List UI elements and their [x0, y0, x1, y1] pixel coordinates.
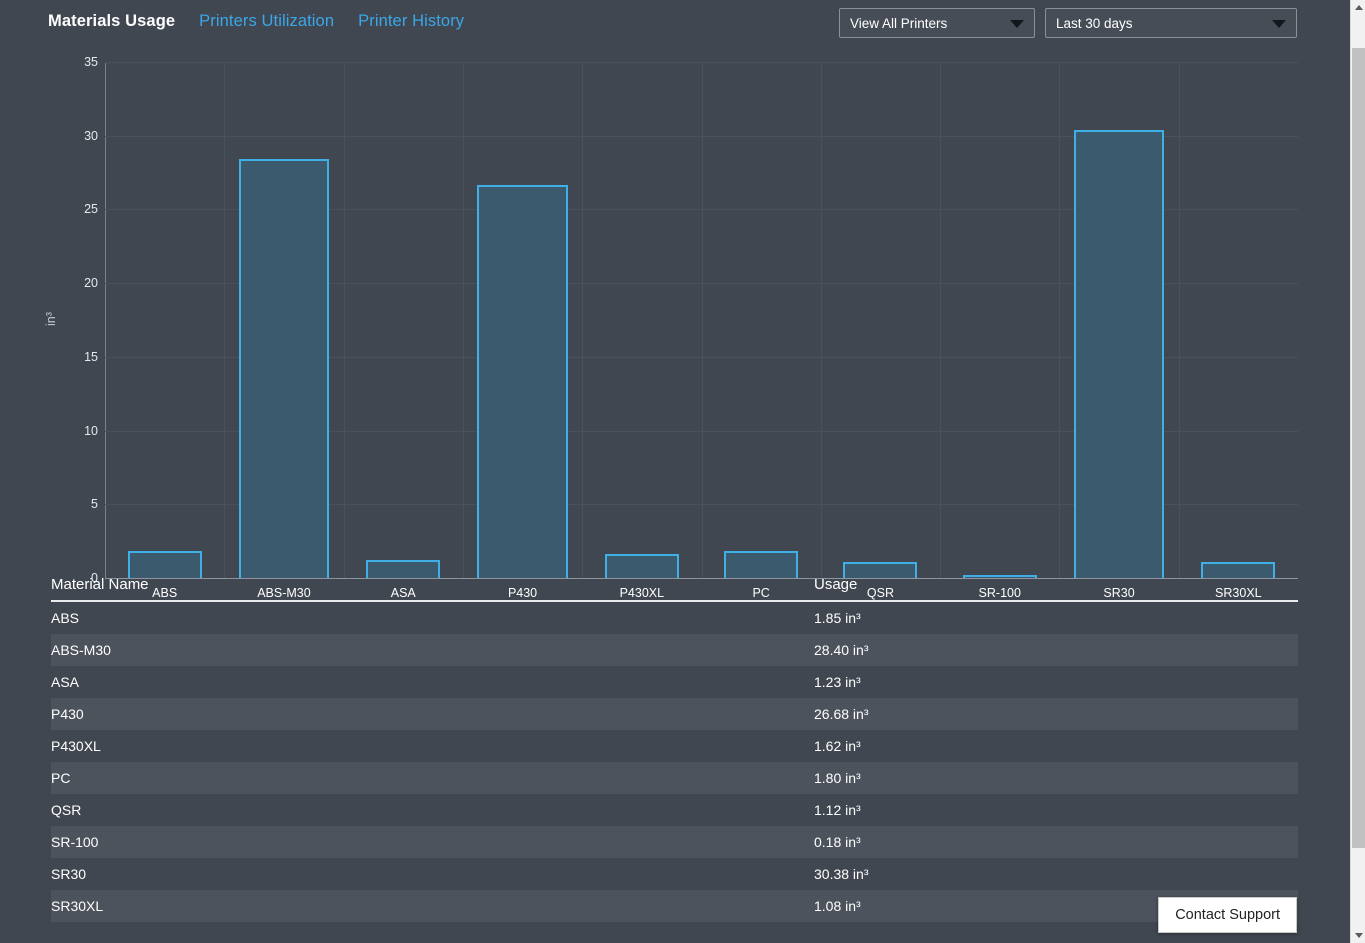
tab-printer-history[interactable]: Printer History — [358, 12, 464, 31]
cell-material-name: SR30XL — [51, 898, 104, 914]
materials-table: Material Name Usage ABS 1.85 in³ ABS-M30 28… — [51, 568, 1298, 922]
date-range-select[interactable]: Last 30 days — [1045, 8, 1297, 38]
table-row[interactable]: ABS 1.85 in³ — [51, 602, 1298, 634]
filter-controls: View All Printers Last 30 days — [839, 8, 1297, 38]
cell-usage: 1.62 in³ — [814, 738, 861, 754]
tab-materials-usage[interactable]: Materials Usage — [48, 12, 175, 31]
cell-usage: 1.85 in³ — [814, 610, 861, 626]
printer-select-value: View All Printers — [850, 15, 948, 31]
cell-material-name: SR-100 — [51, 834, 99, 850]
y-tick-label: 35 — [84, 54, 98, 69]
table-row[interactable]: ASA 1.23 in³ — [51, 666, 1298, 698]
y-tick-label: 15 — [84, 349, 98, 364]
printer-select[interactable]: View All Printers — [839, 8, 1035, 38]
category-divider — [940, 62, 941, 578]
y-tick-label: 25 — [84, 202, 98, 217]
page-content: Materials Usage Printers Utilization Print… — [0, 0, 1350, 943]
table-row[interactable]: P430 26.68 in³ — [51, 698, 1298, 730]
chevron-down-icon — [1272, 20, 1286, 28]
caret-down-icon[interactable] — [1351, 928, 1365, 943]
cell-material-name: ABS — [51, 610, 80, 626]
table-row[interactable]: PC 1.80 in³ — [51, 762, 1298, 794]
category-divider — [702, 62, 703, 578]
table-row[interactable]: SR30XL 1.08 in³ — [51, 890, 1298, 922]
category-divider — [1179, 62, 1180, 578]
category-divider — [224, 62, 225, 578]
chevron-down-icon — [1010, 20, 1024, 28]
y-tick-label: 5 — [91, 497, 98, 512]
y-tick-label: 10 — [84, 423, 98, 438]
column-header-material-name[interactable]: Material Name — [51, 576, 814, 593]
category-divider — [463, 62, 464, 578]
scrollbar-thumb[interactable] — [1352, 48, 1365, 848]
cell-usage: 30.38 in³ — [814, 866, 869, 882]
contact-support-button[interactable]: Contact Support — [1158, 897, 1297, 933]
bar-SR30[interactable] — [1073, 130, 1165, 578]
materials-usage-page: Materials Usage Printers Utilization Print… — [0, 0, 1365, 943]
y-tick-label: 30 — [84, 128, 98, 143]
table-row[interactable]: P430XL 1.62 in³ — [51, 730, 1298, 762]
cell-usage: 0.18 in³ — [814, 834, 861, 850]
cell-material-name: P430 — [51, 706, 84, 722]
table-body: ABS 1.85 in³ ABS-M30 28.40 in³ ASA 1.23 in³ P4… — [51, 602, 1298, 922]
column-header-usage[interactable]: Usage — [814, 576, 1298, 593]
table-row[interactable]: SR30 30.38 in³ — [51, 858, 1298, 890]
y-tick-label: 20 — [84, 275, 98, 290]
materials-usage-chart: 0 5 10 15 20 25 30 35 in³ ABS ABS-M30 ASA P430 P430… — [0, 46, 1350, 600]
category-divider — [821, 62, 822, 578]
cell-usage: 1.23 in³ — [814, 674, 861, 690]
cell-material-name: ABS-M30 — [51, 642, 111, 658]
vertical-scrollbar[interactable] — [1350, 0, 1365, 943]
bar-P430[interactable] — [477, 184, 568, 578]
date-range-select-value: Last 30 days — [1056, 15, 1133, 31]
chart-plot-area — [105, 62, 1298, 578]
cell-material-name: P430XL — [51, 738, 101, 754]
table-header-row: Material Name Usage — [51, 568, 1298, 602]
table-row[interactable]: QSR 1.12 in³ — [51, 794, 1298, 826]
cell-material-name: QSR — [51, 802, 82, 818]
table-row[interactable]: ABS-M30 28.40 in³ — [51, 634, 1298, 666]
bar-ABS-M30[interactable] — [238, 159, 330, 578]
y-axis-label: in³ — [44, 312, 58, 326]
tab-bar: Materials Usage Printers Utilization Print… — [48, 12, 464, 31]
page-header: Materials Usage Printers Utilization Print… — [0, 0, 1350, 46]
cell-material-name: ASA — [51, 674, 80, 690]
cell-usage: 28.40 in³ — [814, 642, 869, 658]
cell-usage: 1.80 in³ — [814, 770, 861, 786]
table-row[interactable]: SR-100 0.18 in³ — [51, 826, 1298, 858]
category-divider — [1059, 62, 1060, 578]
cell-material-name: SR30 — [51, 866, 87, 882]
cell-usage: 26.68 in³ — [814, 706, 869, 722]
cell-usage: 1.12 in³ — [814, 802, 861, 818]
category-divider — [344, 62, 345, 578]
tab-printers-utilization[interactable]: Printers Utilization — [199, 12, 334, 31]
caret-up-icon[interactable] — [1351, 0, 1365, 15]
category-divider — [582, 62, 583, 578]
cell-material-name: PC — [51, 770, 71, 786]
